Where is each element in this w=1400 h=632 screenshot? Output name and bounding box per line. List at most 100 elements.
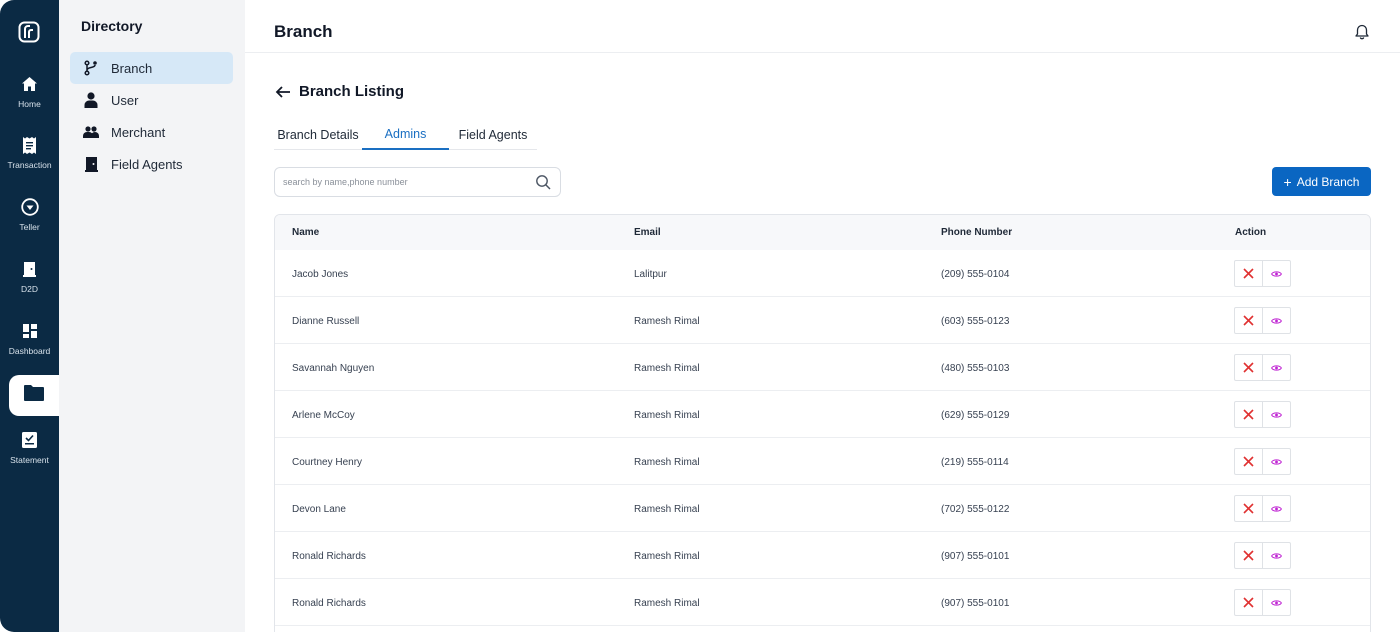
directory-title: Directory xyxy=(81,18,143,34)
delete-button[interactable] xyxy=(1235,261,1263,286)
cell-email: Ramesh Rimal xyxy=(634,504,700,515)
row-actions xyxy=(1234,307,1291,334)
cell-name: Devon Lane xyxy=(292,504,346,515)
tab-bar: Branch Details Admins Field Agents xyxy=(274,120,537,150)
delete-button[interactable] xyxy=(1235,449,1263,474)
view-button[interactable] xyxy=(1263,543,1290,568)
row-actions xyxy=(1234,495,1291,522)
cell-name: Dianne Russell xyxy=(292,316,360,327)
field-agent-icon xyxy=(83,156,99,172)
rail-label: Transaction xyxy=(7,160,52,170)
cell-phone: (603) 555-0123 xyxy=(941,316,1010,327)
tab-admins[interactable]: Admins xyxy=(362,120,449,150)
cell-email: Lalitpur xyxy=(634,269,667,280)
plus-icon: + xyxy=(1283,173,1292,190)
table-row: Ronald Richards Ramesh Rimal (907) 555-010… xyxy=(275,532,1370,579)
table-row: Devon Lane Ramesh Rimal (702) 555-0122 xyxy=(275,485,1370,532)
rail-item-d2d[interactable]: D2D xyxy=(0,260,59,308)
cell-email: Ramesh Rimal xyxy=(634,551,700,562)
teller-icon xyxy=(20,198,39,216)
close-icon xyxy=(1243,550,1254,561)
close-icon xyxy=(1243,503,1254,514)
table-row: Dianne Russell Ramesh Rimal (603) 555-0123 xyxy=(275,297,1370,344)
cell-name: Ronald Richards xyxy=(292,598,366,609)
view-button[interactable] xyxy=(1263,590,1290,615)
directory-item-user[interactable]: User xyxy=(70,84,233,116)
rail-item-directory[interactable] xyxy=(9,375,59,416)
column-header-phone: Phone Number xyxy=(941,227,1013,238)
row-actions xyxy=(1234,260,1291,287)
column-header-action: Action xyxy=(1235,227,1267,238)
eye-icon xyxy=(1270,317,1282,324)
directory-item-field-agents[interactable]: Field Agents xyxy=(70,148,233,180)
close-icon xyxy=(1243,362,1254,373)
directory-item-label: Branch xyxy=(111,60,153,76)
user-icon xyxy=(83,92,99,108)
delete-button[interactable] xyxy=(1235,590,1263,615)
table-row: Arlene McCoy Ramesh Rimal (629) 555-0129 xyxy=(275,391,1370,438)
delete-button[interactable] xyxy=(1235,543,1263,568)
branch-icon xyxy=(83,60,99,76)
view-button[interactable] xyxy=(1263,308,1290,333)
eye-icon xyxy=(1270,270,1282,277)
directory-item-label: Merchant xyxy=(111,124,166,140)
row-actions xyxy=(1234,589,1291,616)
cell-phone: (907) 555-0101 xyxy=(941,598,1010,609)
section-title: Branch Listing xyxy=(299,83,405,100)
statement-icon xyxy=(21,431,39,449)
back-to-branch-listing[interactable]: Branch Listing xyxy=(275,83,404,100)
rail-item-dashboard[interactable]: Dashboard xyxy=(0,322,59,370)
directory-item-label: User xyxy=(111,92,139,108)
app-root: Home Transaction Teller D2D Dashboard St… xyxy=(0,0,1400,632)
arrow-left-icon xyxy=(275,85,290,98)
merchant-icon xyxy=(83,124,99,140)
view-button[interactable] xyxy=(1263,261,1290,286)
view-button[interactable] xyxy=(1263,402,1290,427)
cell-phone: (629) 555-0129 xyxy=(941,410,1010,421)
delete-button[interactable] xyxy=(1235,308,1263,333)
eye-icon xyxy=(1270,599,1282,606)
delete-button[interactable] xyxy=(1235,355,1263,380)
close-icon xyxy=(1243,315,1254,326)
eye-icon xyxy=(1270,505,1282,512)
tab-branch-details[interactable]: Branch Details xyxy=(274,120,362,150)
add-branch-button[interactable]: + Add Branch xyxy=(1272,167,1371,196)
cell-name: Arlene McCoy xyxy=(292,410,355,421)
directory-item-branch[interactable]: Branch xyxy=(70,52,233,84)
rail-item-home[interactable]: Home xyxy=(0,75,59,123)
search-icon[interactable] xyxy=(535,174,551,190)
cell-name: Ronald Richards xyxy=(292,551,366,562)
cell-phone: (907) 555-0101 xyxy=(941,551,1010,562)
cell-email: Ramesh Rimal xyxy=(634,316,700,327)
rail-label: Teller xyxy=(19,222,40,232)
delete-button[interactable] xyxy=(1235,402,1263,427)
page-header: Branch xyxy=(245,0,1400,53)
search-input[interactable] xyxy=(283,173,528,191)
cell-email: Ramesh Rimal xyxy=(634,410,700,421)
icon-rail: Home Transaction Teller D2D Dashboard St… xyxy=(0,0,59,632)
close-icon xyxy=(1243,409,1254,420)
view-button[interactable] xyxy=(1263,449,1290,474)
table-row: Courtney Henry Ramesh Rimal (219) 555-0114 xyxy=(275,438,1370,485)
app-logo-icon[interactable] xyxy=(18,21,40,43)
rail-item-transaction[interactable]: Transaction xyxy=(0,136,59,184)
delete-button[interactable] xyxy=(1235,496,1263,521)
cell-phone: (209) 555-0104 xyxy=(941,269,1010,280)
view-button[interactable] xyxy=(1263,355,1290,380)
directory-item-merchant[interactable]: Merchant xyxy=(70,116,233,148)
row-actions xyxy=(1234,354,1291,381)
table-row: Savannah Nguyen Ramesh Rimal (480) 555-010… xyxy=(275,344,1370,391)
view-button[interactable] xyxy=(1263,496,1290,521)
column-header-email: Email xyxy=(634,227,661,238)
bell-icon[interactable] xyxy=(1354,24,1370,40)
page-title: Branch xyxy=(274,22,333,41)
directory-item-label: Field Agents xyxy=(111,156,183,172)
rail-item-teller[interactable]: Teller xyxy=(0,198,59,246)
cell-name: Courtney Henry xyxy=(292,457,363,468)
cell-phone: (480) 555-0103 xyxy=(941,363,1010,374)
close-icon xyxy=(1243,597,1254,608)
tab-field-agents[interactable]: Field Agents xyxy=(449,120,537,150)
table-row: Ronald Richards Ramesh Rimal (907) 555-010… xyxy=(275,579,1370,626)
rail-item-statement[interactable]: Statement xyxy=(0,431,59,479)
search-box xyxy=(274,167,561,197)
